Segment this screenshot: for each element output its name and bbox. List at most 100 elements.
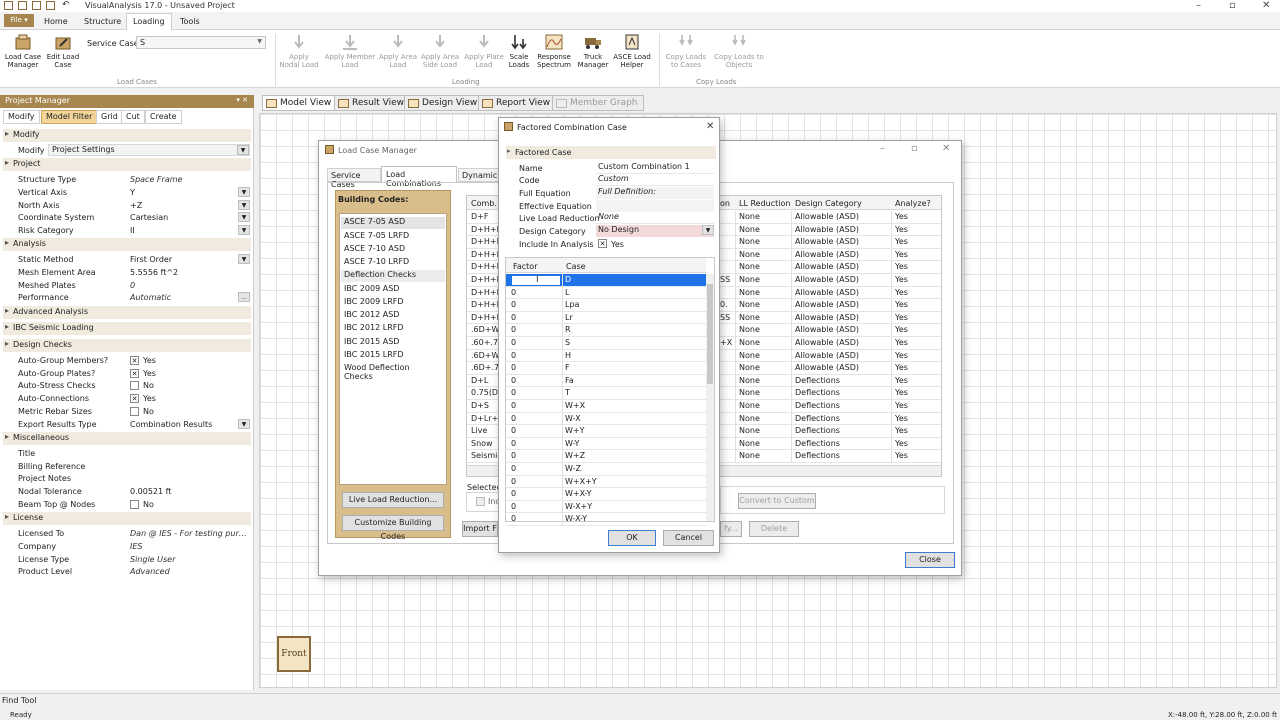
chevron-down-icon[interactable]: ▼ bbox=[238, 187, 250, 197]
copy-loads-to-objects-button[interactable]: Copy Loads to Objects bbox=[712, 33, 766, 69]
name-input[interactable]: Custom Combination 1 bbox=[596, 162, 714, 174]
load-case-manager-button[interactable]: Load Case Manager bbox=[3, 33, 43, 69]
prop-value[interactable]: Y bbox=[130, 188, 135, 197]
code-item[interactable]: IBC 2012 LRFD bbox=[341, 323, 443, 332]
modify-select[interactable]: Project Settings ▼ bbox=[48, 144, 250, 156]
table-row[interactable]: 0 Lpa bbox=[506, 299, 706, 312]
tab-service-cases[interactable]: Service Cases bbox=[327, 168, 381, 189]
apply-plate-load-button[interactable]: Apply Plate Load bbox=[464, 33, 504, 69]
cell-factor[interactable]: 0 bbox=[511, 363, 516, 372]
table-row[interactable]: 0R bbox=[506, 324, 706, 337]
modify-button[interactable]: fy... bbox=[720, 521, 742, 537]
import-button[interactable]: Import F bbox=[462, 521, 498, 537]
table-row[interactable]: 0 W+X-Y bbox=[506, 488, 706, 501]
pm-tab-modify[interactable]: Modify bbox=[3, 110, 40, 124]
open-icon[interactable] bbox=[46, 1, 55, 10]
undo-icon[interactable]: ↶ bbox=[62, 0, 70, 10]
table-row[interactable]: 0 W+X bbox=[506, 400, 706, 413]
chevron-down-icon[interactable]: ▼ bbox=[238, 225, 250, 235]
prop-value[interactable]: Space Frame bbox=[130, 175, 182, 184]
section-analysis[interactable]: Analysis bbox=[3, 238, 251, 251]
minimize-icon[interactable]: – bbox=[1196, 0, 1201, 11]
view-cube-front[interactable]: Front bbox=[277, 636, 311, 672]
restore-icon[interactable]: ▫ bbox=[911, 143, 918, 154]
chevron-down-icon[interactable]: ▼ bbox=[238, 254, 250, 264]
asce-load-helper-button[interactable]: ASCE Load Helper bbox=[612, 33, 652, 69]
tab-structure[interactable]: Structure bbox=[84, 17, 121, 26]
cell-factor[interactable]: 0 bbox=[511, 338, 516, 347]
cell-factor[interactable]: 0 bbox=[511, 376, 516, 385]
tab-loading[interactable]: Loading bbox=[126, 13, 172, 31]
table-row[interactable]: 0 W+X+Y bbox=[506, 475, 706, 489]
table-row[interactable]: 0 W-Z bbox=[506, 463, 706, 476]
close-icon[interactable]: ✕ bbox=[942, 143, 950, 154]
tab-design-view[interactable]: Design View bbox=[404, 95, 484, 111]
edit-load-case-button[interactable]: Edit Load Case bbox=[45, 33, 81, 69]
checkbox[interactable] bbox=[130, 381, 139, 390]
customize-building-codes-button[interactable]: Customize Building Codes bbox=[342, 515, 444, 541]
tab-model-view[interactable]: Model View bbox=[262, 95, 338, 111]
cell-factor[interactable]: 0 bbox=[511, 426, 516, 435]
tab-result-view[interactable]: Result View bbox=[334, 95, 411, 111]
section-miscellaneous[interactable]: Miscellaneous bbox=[3, 432, 251, 445]
cell-factor[interactable]: 0 bbox=[511, 414, 516, 423]
table-row[interactable]: 0S bbox=[506, 337, 706, 350]
response-spectrum-button[interactable]: Response Spectrum bbox=[535, 33, 573, 69]
cell-factor[interactable]: 0 bbox=[511, 464, 516, 473]
table-row[interactable]: 0T bbox=[506, 387, 706, 400]
truck-manager-button[interactable]: Truck Manager bbox=[575, 33, 611, 69]
section-ibc-seismic[interactable]: IBC Seismic Loading bbox=[3, 322, 251, 335]
prop-value[interactable]: II bbox=[130, 226, 135, 235]
checkbox[interactable]: ✕ bbox=[130, 394, 139, 403]
cancel-button[interactable]: Cancel bbox=[663, 530, 714, 546]
code-item[interactable]: ASCE 7-05 ASD bbox=[341, 217, 445, 229]
cell-factor[interactable]: 0 bbox=[511, 477, 516, 486]
checkbox[interactable]: ✕ bbox=[130, 356, 139, 365]
checkbox[interactable]: ✕ bbox=[130, 369, 139, 378]
table-row[interactable]: 0 W+Z bbox=[506, 450, 706, 463]
cell-factor[interactable]: 0 bbox=[511, 313, 516, 322]
code-item[interactable]: IBC 2015 ASD bbox=[341, 337, 443, 346]
code-item[interactable]: IBC 2012 ASD bbox=[341, 310, 443, 319]
code-item[interactable]: IBC 2009 LRFD bbox=[341, 297, 443, 306]
table-row[interactable]: 0L bbox=[506, 286, 706, 300]
save-icon[interactable] bbox=[32, 1, 41, 10]
tab-load-combinations[interactable]: Load Combinations bbox=[381, 166, 457, 188]
section-advanced-analysis[interactable]: Advanced Analysis bbox=[3, 306, 251, 319]
code-item[interactable]: ASCE 7-10 LRFD bbox=[341, 257, 443, 266]
checkbox[interactable] bbox=[130, 407, 139, 416]
live-load-reduction-button[interactable]: Live Load Reduction... bbox=[342, 492, 444, 508]
factor-scrollbar-thumb[interactable] bbox=[707, 284, 713, 384]
pm-tab-grid[interactable]: Grid bbox=[96, 110, 123, 124]
prop-value[interactable]: Cartesian bbox=[130, 213, 168, 222]
prop-value[interactable]: Combination Results bbox=[130, 420, 212, 429]
file-menu-button[interactable]: File ▾ bbox=[4, 14, 34, 27]
tab-member-graph[interactable]: Member Graph bbox=[552, 95, 644, 111]
service-case-select[interactable]: S ▼ bbox=[136, 36, 266, 49]
tab-dynamic[interactable]: Dynamic C bbox=[458, 168, 500, 182]
table-row[interactable]: 0 Fa bbox=[506, 374, 706, 388]
cell-factor[interactable]: 0 bbox=[511, 489, 516, 498]
close-button[interactable]: Close bbox=[905, 552, 955, 568]
code-item[interactable]: IBC 2015 LRFD bbox=[341, 350, 443, 359]
close-window-icon[interactable]: ✕ bbox=[1262, 0, 1270, 11]
code-item[interactable]: IBC 2009 ASD bbox=[341, 284, 443, 293]
cell-factor[interactable]: 0 bbox=[511, 388, 516, 397]
checkbox[interactable] bbox=[130, 500, 139, 509]
include-checkbox[interactable] bbox=[476, 497, 485, 506]
restore-icon[interactable]: ▫ bbox=[1229, 0, 1236, 11]
table-row[interactable]: 0 W+Y bbox=[506, 425, 706, 438]
chevron-down-icon[interactable]: ▼ bbox=[238, 212, 250, 222]
section-factored-case[interactable]: ▸ Factored Case bbox=[506, 146, 716, 159]
table-row[interactable]: 0 W-X+Y bbox=[506, 500, 706, 514]
minimize-icon[interactable]: – bbox=[880, 143, 885, 154]
code-item[interactable]: ASCE 7-10 ASD bbox=[341, 244, 443, 253]
apply-area-side-load-button[interactable]: Apply Area Side Load bbox=[420, 33, 460, 69]
table-row[interactable]: 0 W-Y bbox=[506, 437, 706, 451]
table-row[interactable]: 0 Lr bbox=[506, 311, 706, 325]
delete-button[interactable]: Delete bbox=[749, 521, 799, 537]
cell-factor[interactable]: 0 bbox=[511, 451, 516, 460]
cell-factor[interactable]: 0 bbox=[511, 325, 516, 334]
include-in-analysis-checkbox[interactable]: ✕ bbox=[598, 239, 607, 248]
cell-factor[interactable]: 0 bbox=[511, 502, 516, 511]
